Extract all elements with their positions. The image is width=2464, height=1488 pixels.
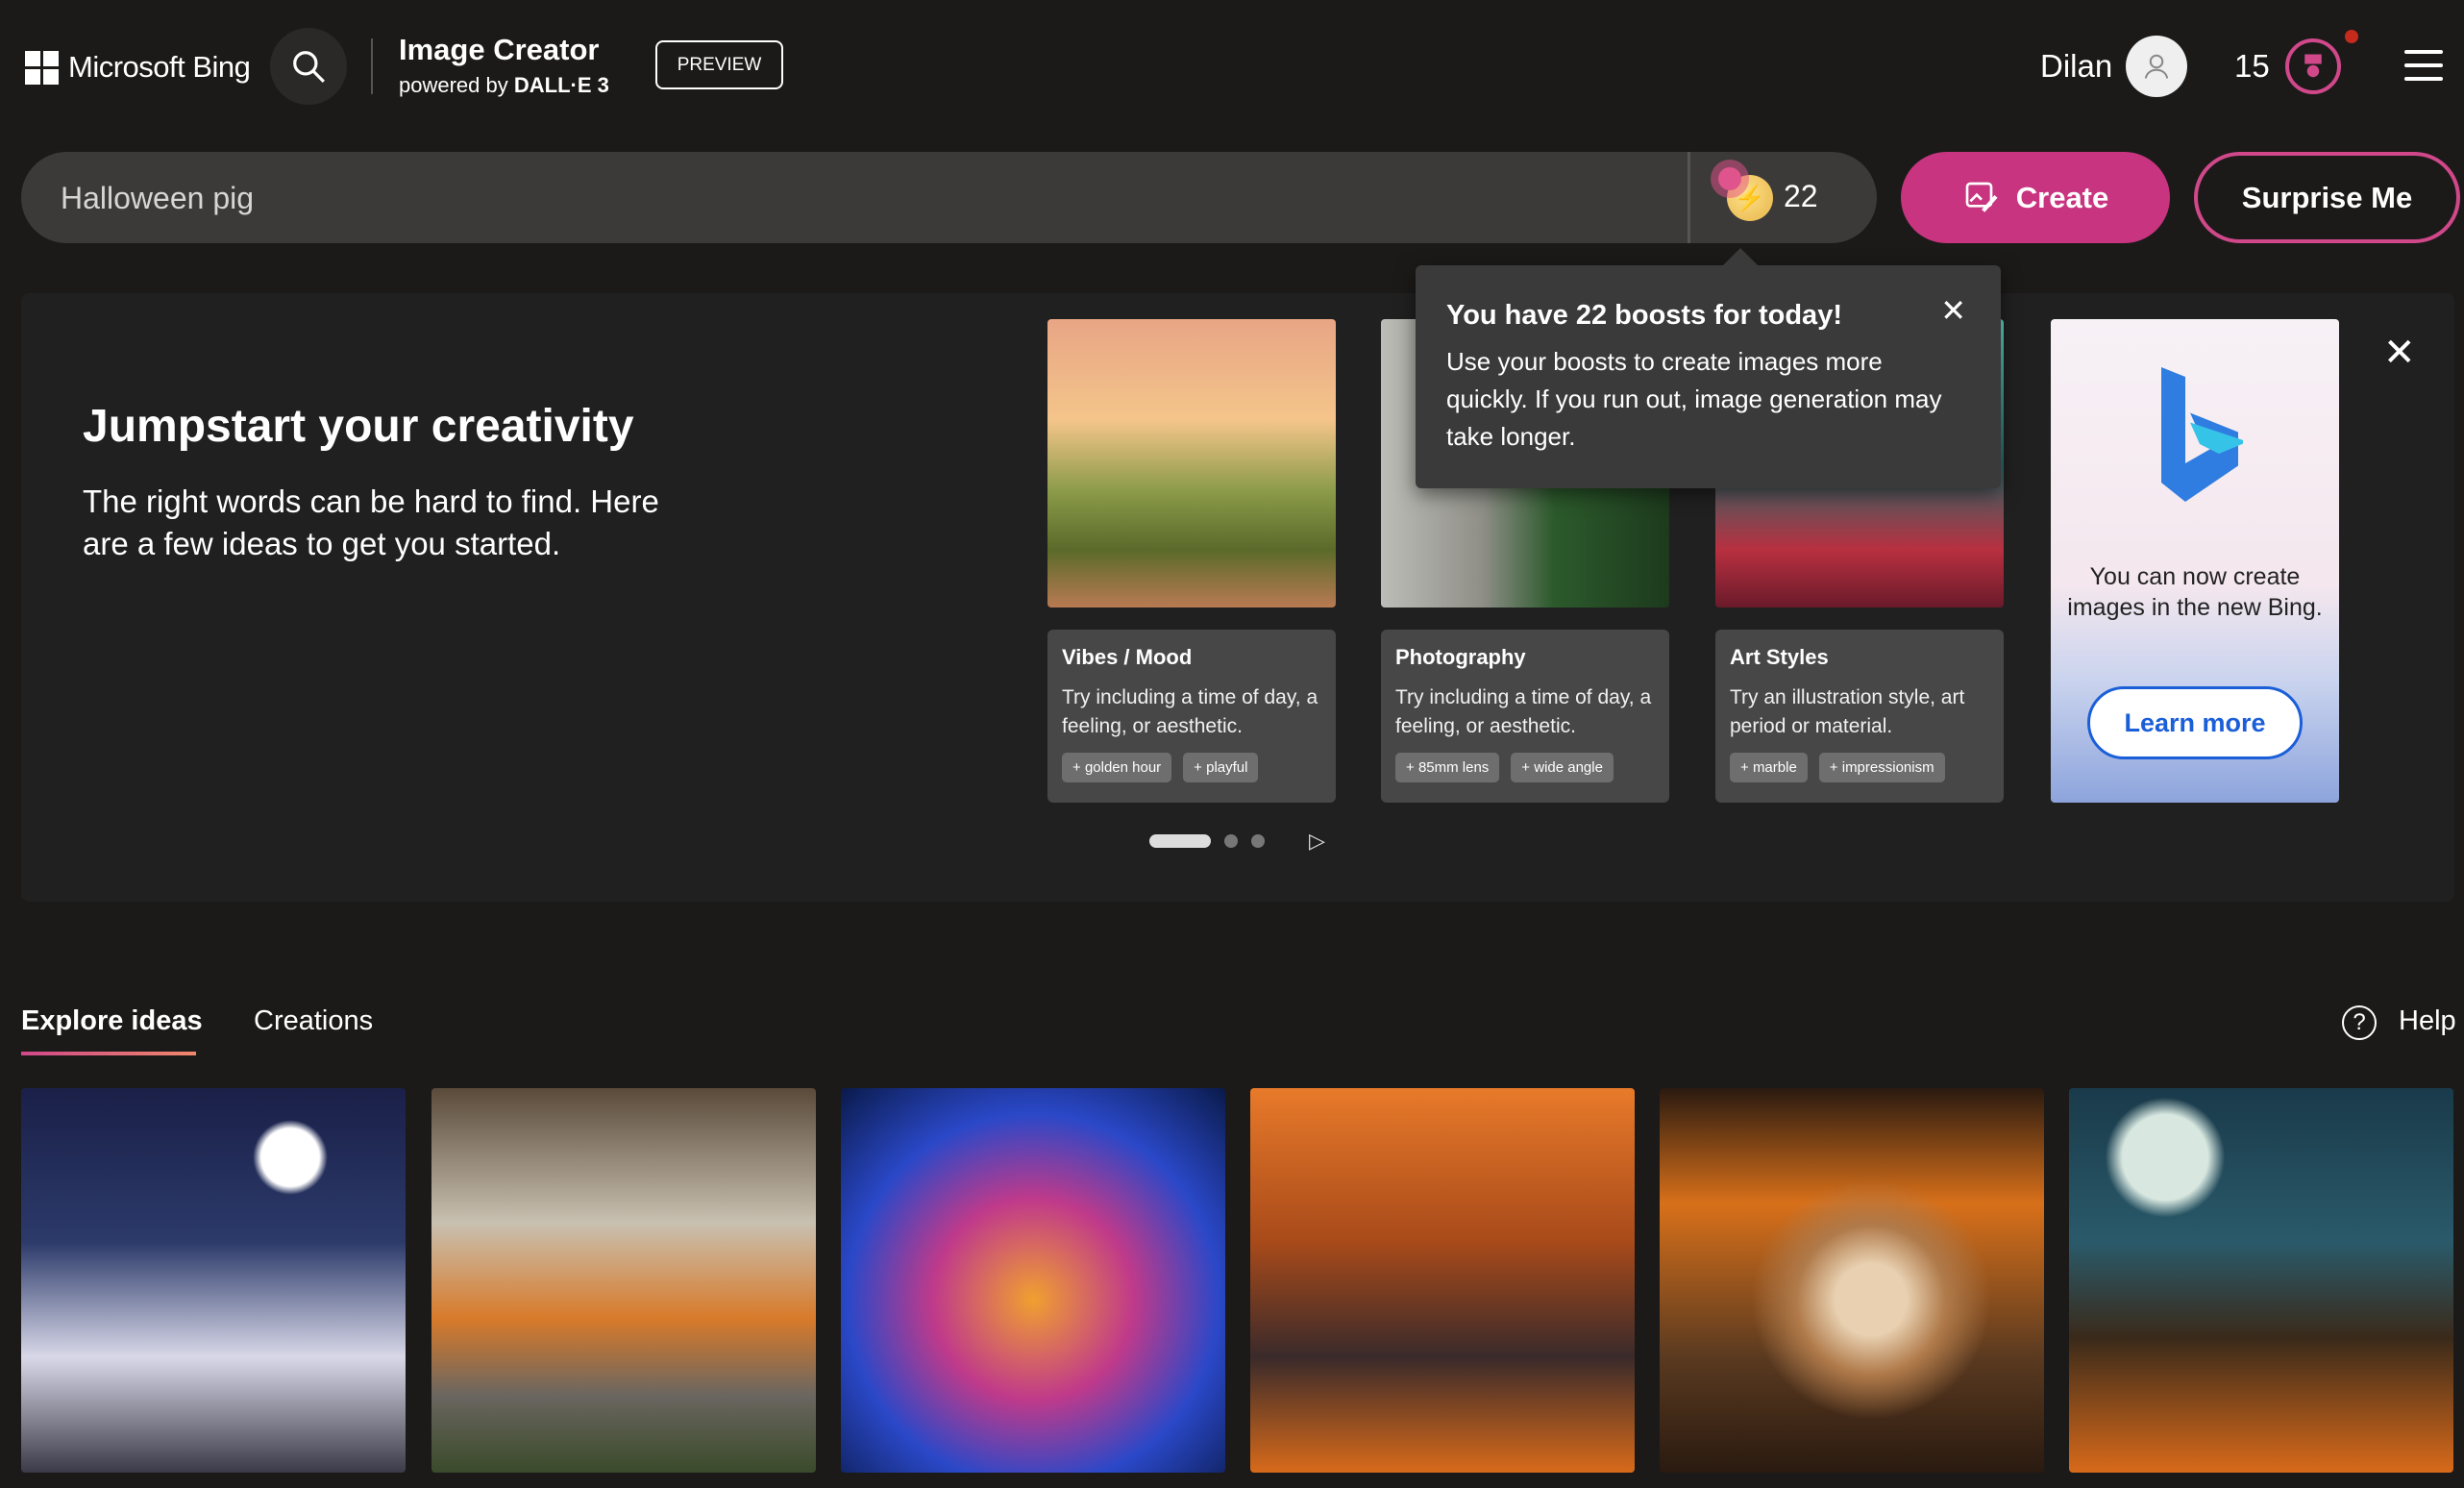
hamburger-menu-icon[interactable] (2404, 50, 2443, 81)
close-panel-icon[interactable]: ✕ (2383, 331, 2416, 375)
microsoft-bing-logo[interactable]: Microsoft Bing (25, 50, 251, 85)
trophy-icon (2304, 54, 2322, 78)
prompt-divider (1688, 152, 1690, 243)
create-button[interactable]: Create (1901, 152, 2170, 243)
chip-golden-hour[interactable]: + golden hour (1062, 753, 1172, 782)
boost-pulse-indicator (1711, 160, 1749, 198)
promo-text: You can now create images in the new Bin… (2067, 563, 2323, 621)
surprise-me-button[interactable]: Surprise Me (2194, 152, 2460, 243)
app-title: Image Creator (399, 33, 600, 66)
tab-creations[interactable]: Creations (254, 1005, 373, 1037)
page-dot[interactable] (1224, 834, 1238, 848)
carousel-pagination (1149, 834, 1265, 848)
gallery-image-pumpkin-latte[interactable] (1660, 1088, 2044, 1473)
boost-count: 22 (1784, 179, 1818, 213)
card-title: Photography (1395, 645, 1526, 669)
tab-explore-ideas[interactable]: Explore ideas (21, 1005, 203, 1037)
preview-badge[interactable]: PREVIEW (655, 40, 783, 89)
help-icon[interactable]: ? (2342, 1005, 2377, 1040)
user-icon (2144, 54, 2169, 79)
card-title: Art Styles (1730, 645, 1829, 669)
jumpstart-title: Jumpstart your creativity (83, 401, 634, 452)
user-name[interactable]: Dilan (2040, 48, 2112, 85)
create-label: Create (2015, 180, 2109, 214)
tooltip-body: Use your boosts to create images more qu… (1446, 347, 1942, 451)
page-dot-active[interactable] (1149, 834, 1211, 848)
gallery-image-ghosts[interactable] (21, 1088, 406, 1473)
chip-impressionism[interactable]: + impressionism (1818, 753, 1945, 782)
boosts-tooltip: You have 22 boosts for today! Use your b… (1416, 248, 2001, 488)
search-button[interactable] (270, 28, 347, 105)
chip-playful[interactable]: + playful (1183, 753, 1259, 782)
windows-logo-icon (25, 50, 59, 85)
jumpstart-subtitle: The right words can be hard to find. Her… (83, 484, 659, 561)
avatar[interactable] (2126, 36, 2187, 97)
brand-name: Microsoft Bing (68, 50, 251, 84)
rewards-trophy-button[interactable] (2285, 38, 2341, 94)
card-desc: Try including a time of day, a feeling, … (1395, 686, 1652, 737)
gallery-image-pumpkin-porch[interactable] (431, 1088, 816, 1473)
rewards-points[interactable]: 15 (2234, 48, 2270, 85)
new-bing-promo-card: You can now create images in the new Bin… (2051, 319, 2339, 803)
idea-card-vibes[interactable]: Vibes / Mood Try including a time of day,… (1047, 319, 1336, 803)
active-tab-underline (21, 1052, 196, 1055)
card-title: Vibes / Mood (1062, 645, 1193, 669)
gallery-image-pumpkin-field[interactable] (2069, 1088, 2453, 1473)
page-dot[interactable] (1251, 834, 1265, 848)
chip-85mm-lens[interactable]: + 85mm lens (1395, 753, 1500, 782)
learn-more-button[interactable]: Learn more (2087, 686, 2303, 759)
header-divider (371, 38, 373, 94)
search-icon (293, 51, 325, 83)
powered-prefix: powered by (399, 73, 508, 97)
help-link[interactable]: Help (2399, 1005, 2456, 1037)
idea-image (1047, 319, 1336, 608)
powered-by: powered by DALL·E 3 (399, 73, 609, 98)
tooltip-title: You have 22 boosts for today! (1446, 300, 1842, 331)
carousel-next-icon[interactable]: ▷ (1309, 829, 1325, 854)
notification-dot (2345, 30, 2358, 43)
powered-brand: DALL·E 3 (513, 73, 609, 97)
card-desc: Try an illustration style, art period or… (1730, 686, 1965, 737)
prompt-input[interactable] (61, 171, 1656, 225)
bing-logo-icon (2161, 367, 2243, 502)
card-desc: Try including a time of day, a feeling, … (1062, 686, 1318, 737)
chip-wide-angle[interactable]: + wide angle (1511, 753, 1614, 782)
image-create-icon (1965, 182, 1998, 212)
chip-marble[interactable]: + marble (1730, 753, 1808, 782)
gallery-image-trick-or-treaters[interactable] (1250, 1088, 1635, 1473)
tooltip-close-icon[interactable]: ✕ (1940, 292, 1966, 329)
gallery-image-swirl-party[interactable] (841, 1088, 1225, 1473)
